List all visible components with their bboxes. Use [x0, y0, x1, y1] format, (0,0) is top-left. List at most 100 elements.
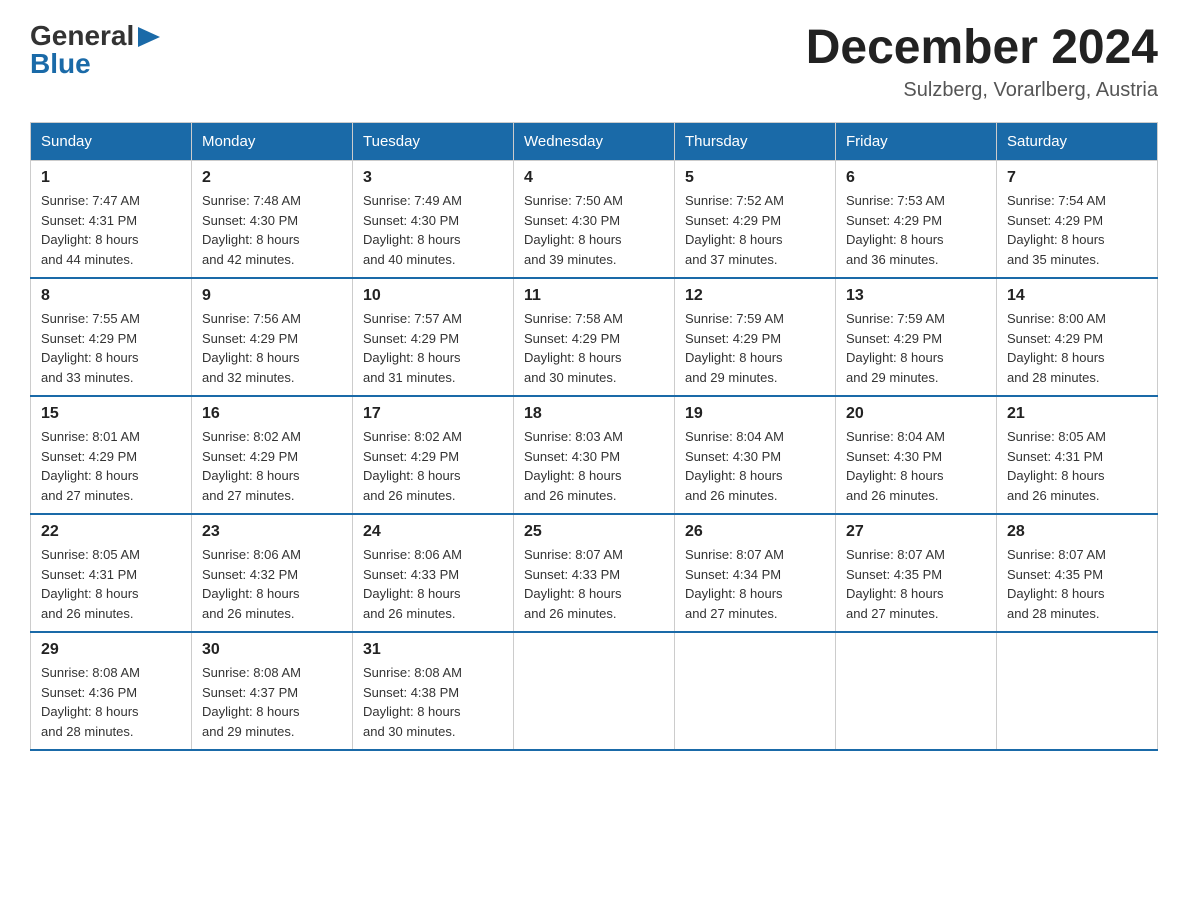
day-number: 20: [846, 405, 986, 423]
calendar-cell: 26 Sunrise: 8:07 AM Sunset: 4:34 PM Dayli…: [675, 514, 836, 632]
day-info: Sunrise: 8:02 AM Sunset: 4:29 PM Dayligh…: [363, 427, 503, 505]
day-info: Sunrise: 7:59 AM Sunset: 4:29 PM Dayligh…: [685, 309, 825, 387]
day-number: 31: [363, 641, 503, 659]
day-number: 12: [685, 287, 825, 305]
calendar-cell: 18 Sunrise: 8:03 AM Sunset: 4:30 PM Dayli…: [514, 396, 675, 514]
calendar-cell: 13Sunrise: 7:59 AM Sunset: 4:29 PM Dayli…: [836, 278, 997, 396]
day-info: Sunrise: 8:08 AM Sunset: 4:36 PM Dayligh…: [41, 663, 181, 741]
day-info: Sunrise: 8:07 AM Sunset: 4:35 PM Dayligh…: [846, 545, 986, 623]
page-header: General Blue December 2024 Sulzberg, Vor…: [30, 20, 1158, 102]
day-number: 18: [524, 405, 664, 423]
col-header-tuesday: Tuesday: [353, 123, 514, 161]
calendar-cell: 28 Sunrise: 8:07 AM Sunset: 4:35 PM Dayli…: [997, 514, 1158, 632]
day-info: Sunrise: 7:55 AM Sunset: 4:29 PM Dayligh…: [41, 309, 181, 387]
calendar-cell: 6 Sunrise: 7:53 AM Sunset: 4:29 PM Daylig…: [836, 161, 997, 279]
location-subtitle: Sulzberg, Vorarlberg, Austria: [806, 79, 1158, 102]
day-info: Sunrise: 8:07 AM Sunset: 4:35 PM Dayligh…: [1007, 545, 1147, 623]
calendar-cell: 15Sunrise: 8:01 AM Sunset: 4:29 PM Dayli…: [31, 396, 192, 514]
day-info: Sunrise: 8:07 AM Sunset: 4:33 PM Dayligh…: [524, 545, 664, 623]
day-number: 23: [202, 523, 342, 541]
calendar-cell: 9 Sunrise: 7:56 AM Sunset: 4:29 PM Daylig…: [192, 278, 353, 396]
day-info: Sunrise: 7:58 AM Sunset: 4:29 PM Dayligh…: [524, 309, 664, 387]
day-number: 28: [1007, 523, 1147, 541]
day-info: Sunrise: 8:05 AM Sunset: 4:31 PM Dayligh…: [1007, 427, 1147, 505]
day-info: Sunrise: 8:06 AM Sunset: 4:32 PM Dayligh…: [202, 545, 342, 623]
calendar-cell: 31 Sunrise: 8:08 AM Sunset: 4:38 PM Dayli…: [353, 632, 514, 750]
day-info: Sunrise: 7:54 AM Sunset: 4:29 PM Dayligh…: [1007, 191, 1147, 269]
day-number: 3: [363, 169, 503, 187]
day-info: Sunrise: 7:56 AM Sunset: 4:29 PM Dayligh…: [202, 309, 342, 387]
day-info: Sunrise: 8:08 AM Sunset: 4:37 PM Dayligh…: [202, 663, 342, 741]
calendar-cell: 20Sunrise: 8:04 AM Sunset: 4:30 PM Dayli…: [836, 396, 997, 514]
day-number: 24: [363, 523, 503, 541]
day-info: Sunrise: 8:08 AM Sunset: 4:38 PM Dayligh…: [363, 663, 503, 741]
day-info: Sunrise: 7:52 AM Sunset: 4:29 PM Dayligh…: [685, 191, 825, 269]
day-number: 26: [685, 523, 825, 541]
col-header-thursday: Thursday: [675, 123, 836, 161]
col-header-sunday: Sunday: [31, 123, 192, 161]
calendar-cell: 11 Sunrise: 7:58 AM Sunset: 4:29 PM Dayli…: [514, 278, 675, 396]
day-number: 29: [41, 641, 181, 659]
day-number: 30: [202, 641, 342, 659]
calendar-week-1: 1 Sunrise: 7:47 AM Sunset: 4:31 PM Daylig…: [31, 161, 1158, 279]
day-number: 2: [202, 169, 342, 187]
day-info: Sunrise: 8:05 AM Sunset: 4:31 PM Dayligh…: [41, 545, 181, 623]
day-info: Sunrise: 7:50 AM Sunset: 4:30 PM Dayligh…: [524, 191, 664, 269]
day-info: Sunrise: 8:00 AM Sunset: 4:29 PM Dayligh…: [1007, 309, 1147, 387]
calendar-cell: 30 Sunrise: 8:08 AM Sunset: 4:37 PM Dayli…: [192, 632, 353, 750]
title-block: December 2024 Sulzberg, Vorarlberg, Aust…: [806, 20, 1158, 102]
day-number: 27: [846, 523, 986, 541]
day-number: 17: [363, 405, 503, 423]
day-info: Sunrise: 7:48 AM Sunset: 4:30 PM Dayligh…: [202, 191, 342, 269]
day-info: Sunrise: 7:47 AM Sunset: 4:31 PM Dayligh…: [41, 191, 181, 269]
calendar-cell: [997, 632, 1158, 750]
calendar-cell: 21Sunrise: 8:05 AM Sunset: 4:31 PM Dayli…: [997, 396, 1158, 514]
day-info: Sunrise: 8:06 AM Sunset: 4:33 PM Dayligh…: [363, 545, 503, 623]
calendar-cell: 7Sunrise: 7:54 AM Sunset: 4:29 PM Daylig…: [997, 161, 1158, 279]
col-header-wednesday: Wednesday: [514, 123, 675, 161]
day-number: 19: [685, 405, 825, 423]
calendar-week-2: 8 Sunrise: 7:55 AM Sunset: 4:29 PM Daylig…: [31, 278, 1158, 396]
day-number: 5: [685, 169, 825, 187]
day-info: Sunrise: 8:04 AM Sunset: 4:30 PM Dayligh…: [685, 427, 825, 505]
col-header-monday: Monday: [192, 123, 353, 161]
day-number: 13: [846, 287, 986, 305]
calendar-cell: 14 Sunrise: 8:00 AM Sunset: 4:29 PM Dayli…: [997, 278, 1158, 396]
month-year-title: December 2024: [806, 20, 1158, 75]
day-number: 8: [41, 287, 181, 305]
calendar-cell: 8 Sunrise: 7:55 AM Sunset: 4:29 PM Daylig…: [31, 278, 192, 396]
calendar-week-3: 15Sunrise: 8:01 AM Sunset: 4:29 PM Dayli…: [31, 396, 1158, 514]
calendar-cell: 1 Sunrise: 7:47 AM Sunset: 4:31 PM Daylig…: [31, 161, 192, 279]
calendar-week-4: 22 Sunrise: 8:05 AM Sunset: 4:31 PM Dayli…: [31, 514, 1158, 632]
calendar-cell: 10 Sunrise: 7:57 AM Sunset: 4:29 PM Dayli…: [353, 278, 514, 396]
day-number: 22: [41, 523, 181, 541]
day-number: 15: [41, 405, 181, 423]
calendar-cell: [675, 632, 836, 750]
calendar-week-5: 29 Sunrise: 8:08 AM Sunset: 4:36 PM Dayli…: [31, 632, 1158, 750]
calendar-cell: [836, 632, 997, 750]
day-number: 6: [846, 169, 986, 187]
calendar-cell: 16Sunrise: 8:02 AM Sunset: 4:29 PM Dayli…: [192, 396, 353, 514]
calendar-cell: 19 Sunrise: 8:04 AM Sunset: 4:30 PM Dayli…: [675, 396, 836, 514]
calendar-table: SundayMondayTuesdayWednesdayThursdayFrid…: [30, 122, 1158, 751]
day-info: Sunrise: 8:07 AM Sunset: 4:34 PM Dayligh…: [685, 545, 825, 623]
day-info: Sunrise: 7:53 AM Sunset: 4:29 PM Dayligh…: [846, 191, 986, 269]
day-info: Sunrise: 7:57 AM Sunset: 4:29 PM Dayligh…: [363, 309, 503, 387]
calendar-header-row: SundayMondayTuesdayWednesdayThursdayFrid…: [31, 123, 1158, 161]
calendar-cell: 5 Sunrise: 7:52 AM Sunset: 4:29 PM Daylig…: [675, 161, 836, 279]
day-number: 10: [363, 287, 503, 305]
col-header-friday: Friday: [836, 123, 997, 161]
day-number: 11: [524, 287, 664, 305]
calendar-cell: 4Sunrise: 7:50 AM Sunset: 4:30 PM Daylig…: [514, 161, 675, 279]
day-number: 14: [1007, 287, 1147, 305]
calendar-cell: 3 Sunrise: 7:49 AM Sunset: 4:30 PM Daylig…: [353, 161, 514, 279]
calendar-cell: 2 Sunrise: 7:48 AM Sunset: 4:30 PM Daylig…: [192, 161, 353, 279]
day-number: 9: [202, 287, 342, 305]
col-header-saturday: Saturday: [997, 123, 1158, 161]
day-number: 1: [41, 169, 181, 187]
logo-arrow-icon: [138, 27, 160, 47]
calendar-cell: 29 Sunrise: 8:08 AM Sunset: 4:36 PM Dayli…: [31, 632, 192, 750]
calendar-cell: 22 Sunrise: 8:05 AM Sunset: 4:31 PM Dayli…: [31, 514, 192, 632]
day-info: Sunrise: 8:03 AM Sunset: 4:30 PM Dayligh…: [524, 427, 664, 505]
day-info: Sunrise: 7:49 AM Sunset: 4:30 PM Dayligh…: [363, 191, 503, 269]
